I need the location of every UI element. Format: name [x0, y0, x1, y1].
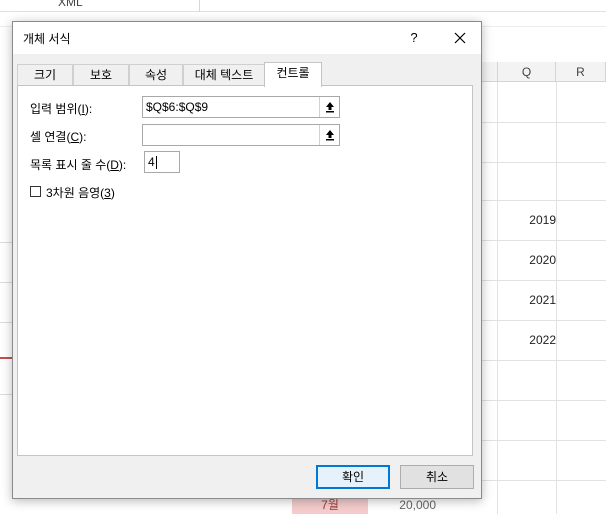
range-picker-icon: [326, 102, 334, 113]
text-caret: [155, 156, 157, 170]
cell-year[interactable]: 2021: [498, 280, 556, 320]
column-header-p[interactable]: [480, 62, 498, 82]
column-header-r[interactable]: R: [556, 62, 606, 82]
cell-link-picker-button[interactable]: [319, 125, 339, 145]
drop-lines-field[interactable]: 4: [144, 151, 180, 173]
format-object-dialog: 개체 서식 ? 크기 보호 속성 대체 텍스트 컨트롤 입력 범위(I): $Q…: [12, 21, 482, 499]
left-chart-edge: [0, 82, 12, 514]
tab-control[interactable]: 컨트롤: [264, 62, 322, 87]
ribbon-separator: [199, 0, 200, 12]
shading-checkbox[interactable]: [30, 186, 41, 197]
cell-amount[interactable]: 20,000: [370, 497, 436, 514]
column-header-q[interactable]: Q: [498, 62, 556, 82]
chart-line-fragment: [0, 357, 12, 359]
help-icon: ?: [410, 30, 418, 45]
dialog-title-bar[interactable]: 개체 서식 ?: [13, 22, 481, 54]
cell-year[interactable]: 2020: [498, 240, 556, 280]
ok-button[interactable]: 확인: [316, 465, 390, 489]
ribbon-strip: XML: [0, 0, 606, 12]
cancel-button[interactable]: 취소: [400, 465, 474, 489]
shading-label[interactable]: 3차원 음영(3): [46, 184, 115, 201]
cell-year[interactable]: 2019: [498, 200, 556, 240]
xml-group-label: XML: [58, 0, 83, 9]
cell-link-label: 셀 연결(C):: [30, 130, 87, 144]
cell-month[interactable]: 7월: [292, 497, 368, 514]
drop-lines-label: 목록 표시 줄 수(D):: [30, 158, 127, 172]
input-range-field[interactable]: $Q$6:$Q$9: [142, 96, 340, 118]
input-range-value: $Q$6:$Q$9: [146, 100, 209, 114]
tab-protection[interactable]: 보호: [73, 64, 129, 86]
tab-properties[interactable]: 속성: [129, 64, 183, 86]
cell-link-field[interactable]: [142, 124, 340, 146]
tab-size[interactable]: 크기: [17, 64, 73, 86]
close-button[interactable]: [443, 22, 477, 54]
help-button[interactable]: ?: [399, 22, 429, 54]
partially-hidden-row: 7월 20,000: [290, 497, 606, 514]
range-picker-icon: [326, 130, 334, 141]
control-tab-panel: 입력 범위(I): $Q$6:$Q$9 셀 연결(C): 목록 표시 줄 수(D…: [17, 85, 473, 456]
dialog-title: 개체 서식: [23, 32, 71, 46]
input-range-label: 입력 범위(I):: [30, 102, 93, 116]
close-icon: [454, 32, 466, 44]
input-range-picker-button[interactable]: [319, 97, 339, 117]
cell-year[interactable]: 2022: [498, 320, 556, 360]
drop-lines-value: 4: [148, 155, 155, 169]
dialog-tabs: 크기 보호 속성 대체 텍스트 컨트롤: [17, 62, 477, 87]
tab-alt-text[interactable]: 대체 텍스트: [183, 64, 265, 86]
